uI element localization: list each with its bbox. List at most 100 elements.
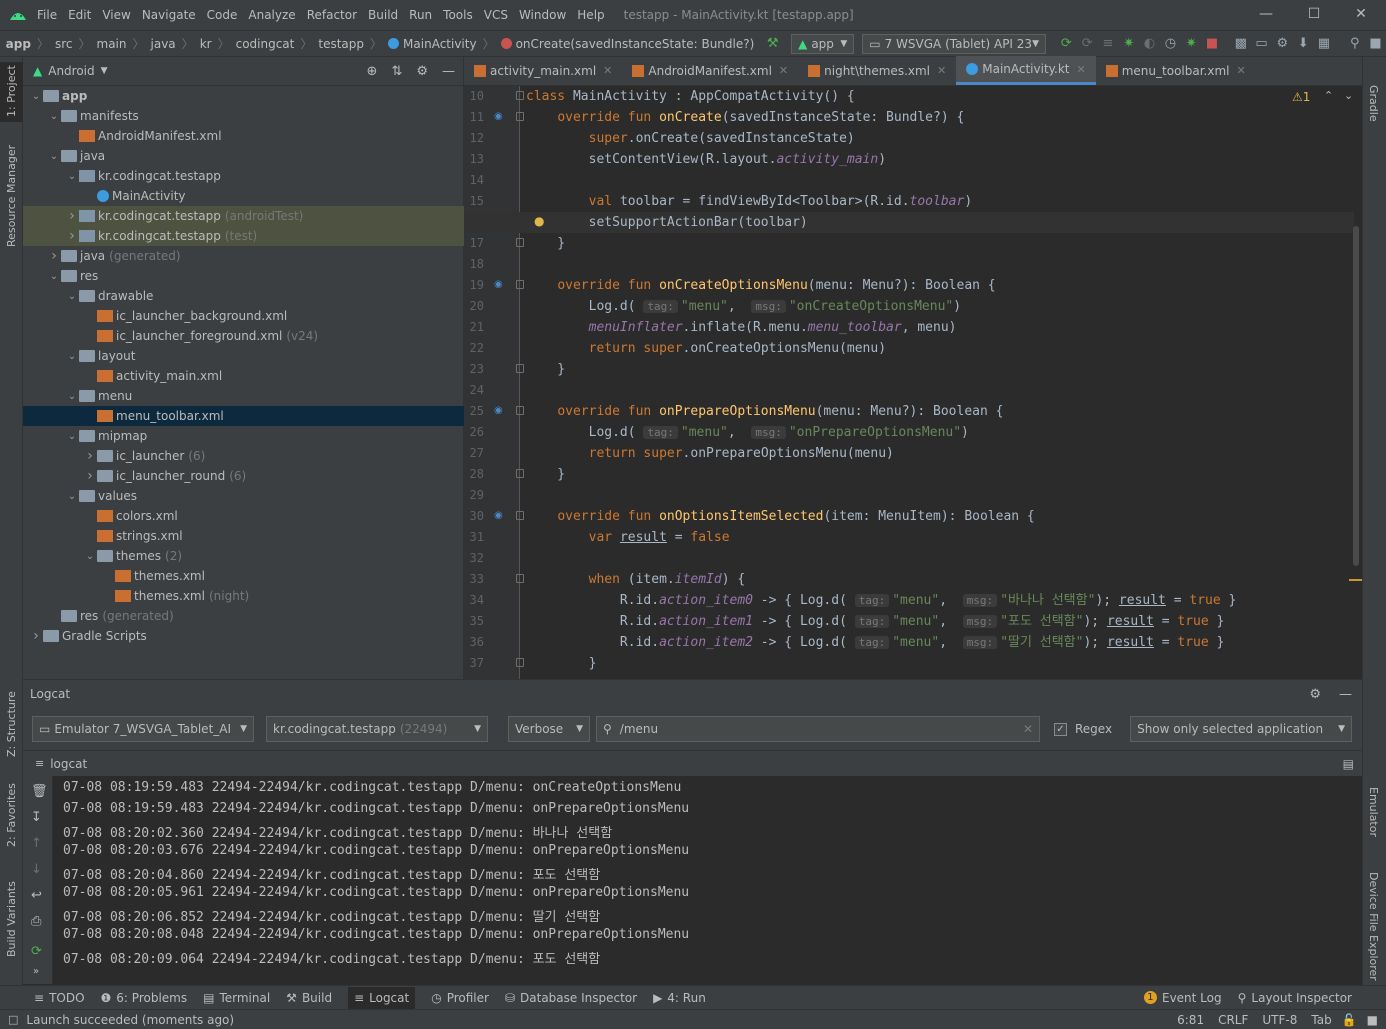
soft-wrap-icon[interactable]: ↩ bbox=[31, 888, 42, 903]
code-line[interactable]: Log.d( tag: "menu", msg: "onCreateOptionsM… bbox=[526, 296, 961, 317]
override-marker-icon[interactable]: ◉ bbox=[494, 405, 503, 416]
fold-marker-icon[interactable] bbox=[516, 574, 524, 583]
regex-checkbox[interactable]: ✓ bbox=[1054, 722, 1067, 736]
breadcrumb-item[interactable]: testapp bbox=[318, 37, 364, 51]
fold-marker-icon[interactable] bbox=[516, 364, 524, 373]
logcat-subtab[interactable]: logcat bbox=[50, 757, 87, 771]
database-inspector-tool[interactable]: ⛁ Database Inspector bbox=[505, 991, 637, 1005]
menu-refactor[interactable]: Refactor bbox=[307, 8, 357, 22]
tree-item[interactable]: ⌄ manifests bbox=[23, 106, 464, 126]
chevron-right-icon[interactable]: › bbox=[65, 208, 79, 224]
chevron-right-icon[interactable]: › bbox=[47, 248, 61, 264]
code-line[interactable]: setContentView(R.layout.activity_main) bbox=[526, 149, 886, 170]
editor-tab[interactable]: night\themes.xml ✕ bbox=[798, 56, 956, 85]
fold-marker-icon[interactable] bbox=[516, 406, 524, 415]
run-tool[interactable]: ▶ 4: Run bbox=[653, 991, 706, 1005]
code-line[interactable]: R.id.action_item2 -> { Log.d( tag: "menu"… bbox=[526, 632, 1224, 653]
chevron-down-icon[interactable]: ⌄ bbox=[65, 291, 79, 302]
code-line[interactable]: } bbox=[526, 464, 565, 485]
tree-item[interactable]: ⌄ menu bbox=[23, 386, 464, 406]
tree-item[interactable]: ⌄ themes (2) bbox=[23, 546, 464, 566]
make-project-icon[interactable]: ⚒ bbox=[762, 36, 783, 51]
more-icon[interactable]: » bbox=[33, 966, 39, 977]
tree-item[interactable]: › java (generated) bbox=[23, 246, 464, 266]
layout-inspector-tool[interactable]: ⚲ Layout Inspector bbox=[1238, 991, 1352, 1005]
editor-tab[interactable]: MainActivity.kt ✕ bbox=[956, 56, 1096, 85]
fold-marker-icon[interactable] bbox=[516, 280, 524, 289]
code-line[interactable]: setSupportActionBar(toolbar) bbox=[526, 212, 808, 233]
tree-item[interactable]: activity_main.xml bbox=[23, 366, 464, 386]
fold-marker-icon[interactable] bbox=[516, 658, 524, 667]
logcat-output[interactable]: 07-08 08:19:59.483 22494-22494/kr.coding… bbox=[53, 776, 1362, 984]
stop-icon[interactable]: ■ bbox=[1202, 36, 1223, 51]
view-mode-select[interactable]: Android bbox=[48, 64, 94, 78]
fold-marker-icon[interactable] bbox=[516, 511, 524, 520]
tree-item[interactable]: › ic_launcher (6) bbox=[23, 446, 464, 466]
tree-item[interactable]: ⌄ drawable bbox=[23, 286, 464, 306]
breadcrumb-item[interactable]: kr bbox=[200, 37, 212, 51]
tree-item[interactable]: ⌄ java bbox=[23, 146, 464, 166]
chevron-right-icon[interactable]: › bbox=[83, 468, 97, 484]
todo-tool[interactable]: ≡ TODO bbox=[34, 991, 85, 1005]
menu-navigate[interactable]: Navigate bbox=[142, 8, 196, 22]
fold-marker-icon[interactable] bbox=[516, 238, 524, 247]
tree-item[interactable]: themes.xml (night) bbox=[23, 586, 464, 606]
attach-debugger-icon[interactable]: ✷ bbox=[1181, 36, 1202, 51]
code-line[interactable]: class MainActivity : AppCompatActivity()… bbox=[526, 86, 855, 107]
chevron-down-icon[interactable]: ⌄ bbox=[65, 351, 79, 362]
trash-icon[interactable]: 🗑 bbox=[31, 784, 48, 799]
indent-setting[interactable]: Tab bbox=[1311, 1013, 1331, 1027]
fold-marker-icon[interactable] bbox=[516, 112, 524, 121]
structure-icon[interactable]: ▦ bbox=[1314, 36, 1335, 51]
caret-position[interactable]: 6:81 bbox=[1177, 1013, 1204, 1027]
breadcrumb-item[interactable]: src bbox=[55, 37, 73, 51]
editor-tab[interactable]: activity_main.xml ✕ bbox=[464, 56, 622, 85]
tree-item[interactable]: › kr.codingcat.testapp (androidTest) bbox=[23, 206, 464, 226]
line-separator[interactable]: CRLF bbox=[1218, 1013, 1248, 1027]
code-line[interactable]: override fun onCreateOptionsMenu(menu: M… bbox=[526, 275, 995, 296]
apply-code-changes-icon[interactable]: ⟳ bbox=[1077, 36, 1098, 51]
close-tab-icon[interactable]: ✕ bbox=[1236, 64, 1245, 77]
layout-icon[interactable]: ▤ bbox=[1343, 757, 1354, 771]
gear-icon[interactable]: ⚙ bbox=[1309, 687, 1321, 702]
tree-item[interactable]: ic_launcher_background.xml bbox=[23, 306, 464, 326]
menu-run[interactable]: Run bbox=[409, 8, 432, 22]
log-line[interactable]: 07-08 08:20:09.064 22494-22494/kr.coding… bbox=[63, 948, 600, 967]
device-select[interactable]: ▭ 7 WSVGA (Tablet) API 23 ▼ bbox=[862, 33, 1046, 54]
debug-icon[interactable]: ✷ bbox=[1118, 36, 1139, 51]
next-highlight-icon[interactable]: ⌄ bbox=[1344, 89, 1353, 102]
clear-search-icon[interactable]: ✕ bbox=[1023, 722, 1033, 736]
override-marker-icon[interactable]: ◉ bbox=[494, 111, 503, 122]
tree-item[interactable]: ⌄ kr.codingcat.testapp bbox=[23, 166, 464, 186]
tree-item[interactable]: ⌄ layout bbox=[23, 346, 464, 366]
sync-folder-icon[interactable]: ▩ bbox=[1230, 36, 1251, 51]
terminal-tool[interactable]: ▤ Terminal bbox=[203, 991, 270, 1005]
chevron-down-icon[interactable]: ⌄ bbox=[47, 271, 61, 282]
log-line[interactable]: 07-08 08:20:05.961 22494-22494/kr.coding… bbox=[63, 885, 689, 900]
tree-item[interactable]: colors.xml bbox=[23, 506, 464, 526]
menu-tools[interactable]: Tools bbox=[443, 8, 473, 22]
chevron-down-icon[interactable]: ▼ bbox=[101, 66, 108, 76]
log-line[interactable]: 07-08 08:20:02.360 22494-22494/kr.coding… bbox=[63, 822, 612, 841]
tree-item[interactable]: MainActivity bbox=[23, 186, 464, 206]
build-variants-label[interactable]: Build Variants bbox=[5, 881, 18, 957]
code-line[interactable]: return super.onPrepareOptionsMenu(menu) bbox=[526, 443, 894, 464]
editor-tab[interactable]: menu_toolbar.xml ✕ bbox=[1096, 56, 1256, 85]
print-icon[interactable]: ⎙ bbox=[31, 914, 41, 929]
device-file-explorer-label[interactable]: Device File Explorer bbox=[1367, 872, 1380, 981]
chevron-down-icon[interactable]: ⌄ bbox=[29, 91, 43, 102]
close-tab-icon[interactable]: ✕ bbox=[937, 64, 946, 77]
log-line[interactable]: 07-08 08:19:59.483 22494-22494/kr.coding… bbox=[63, 801, 689, 816]
tree-item[interactable]: › Gradle Scripts bbox=[23, 626, 464, 646]
coverage-icon[interactable]: ◐ bbox=[1139, 36, 1160, 51]
chevron-down-icon[interactable]: ⌄ bbox=[65, 491, 79, 502]
sdk-manager-icon[interactable]: ⬇ bbox=[1293, 36, 1314, 51]
log-line[interactable]: 07-08 08:20:03.676 22494-22494/kr.coding… bbox=[63, 843, 689, 858]
breadcrumb-item[interactable]: onCreate(savedInstanceState: Bundle?) bbox=[516, 37, 755, 51]
code-line[interactable]: R.id.action_item0 -> { Log.d( tag: "menu"… bbox=[526, 590, 1236, 611]
menu-analyze[interactable]: Analyze bbox=[248, 8, 295, 22]
tree-item[interactable]: ⌄ app bbox=[23, 86, 464, 106]
editor-tab[interactable]: AndroidManifest.xml ✕ bbox=[622, 56, 798, 85]
code-line[interactable]: R.id.action_item1 -> { Log.d( tag: "menu"… bbox=[526, 611, 1224, 632]
chevron-down-icon[interactable]: ⌄ bbox=[65, 171, 79, 182]
